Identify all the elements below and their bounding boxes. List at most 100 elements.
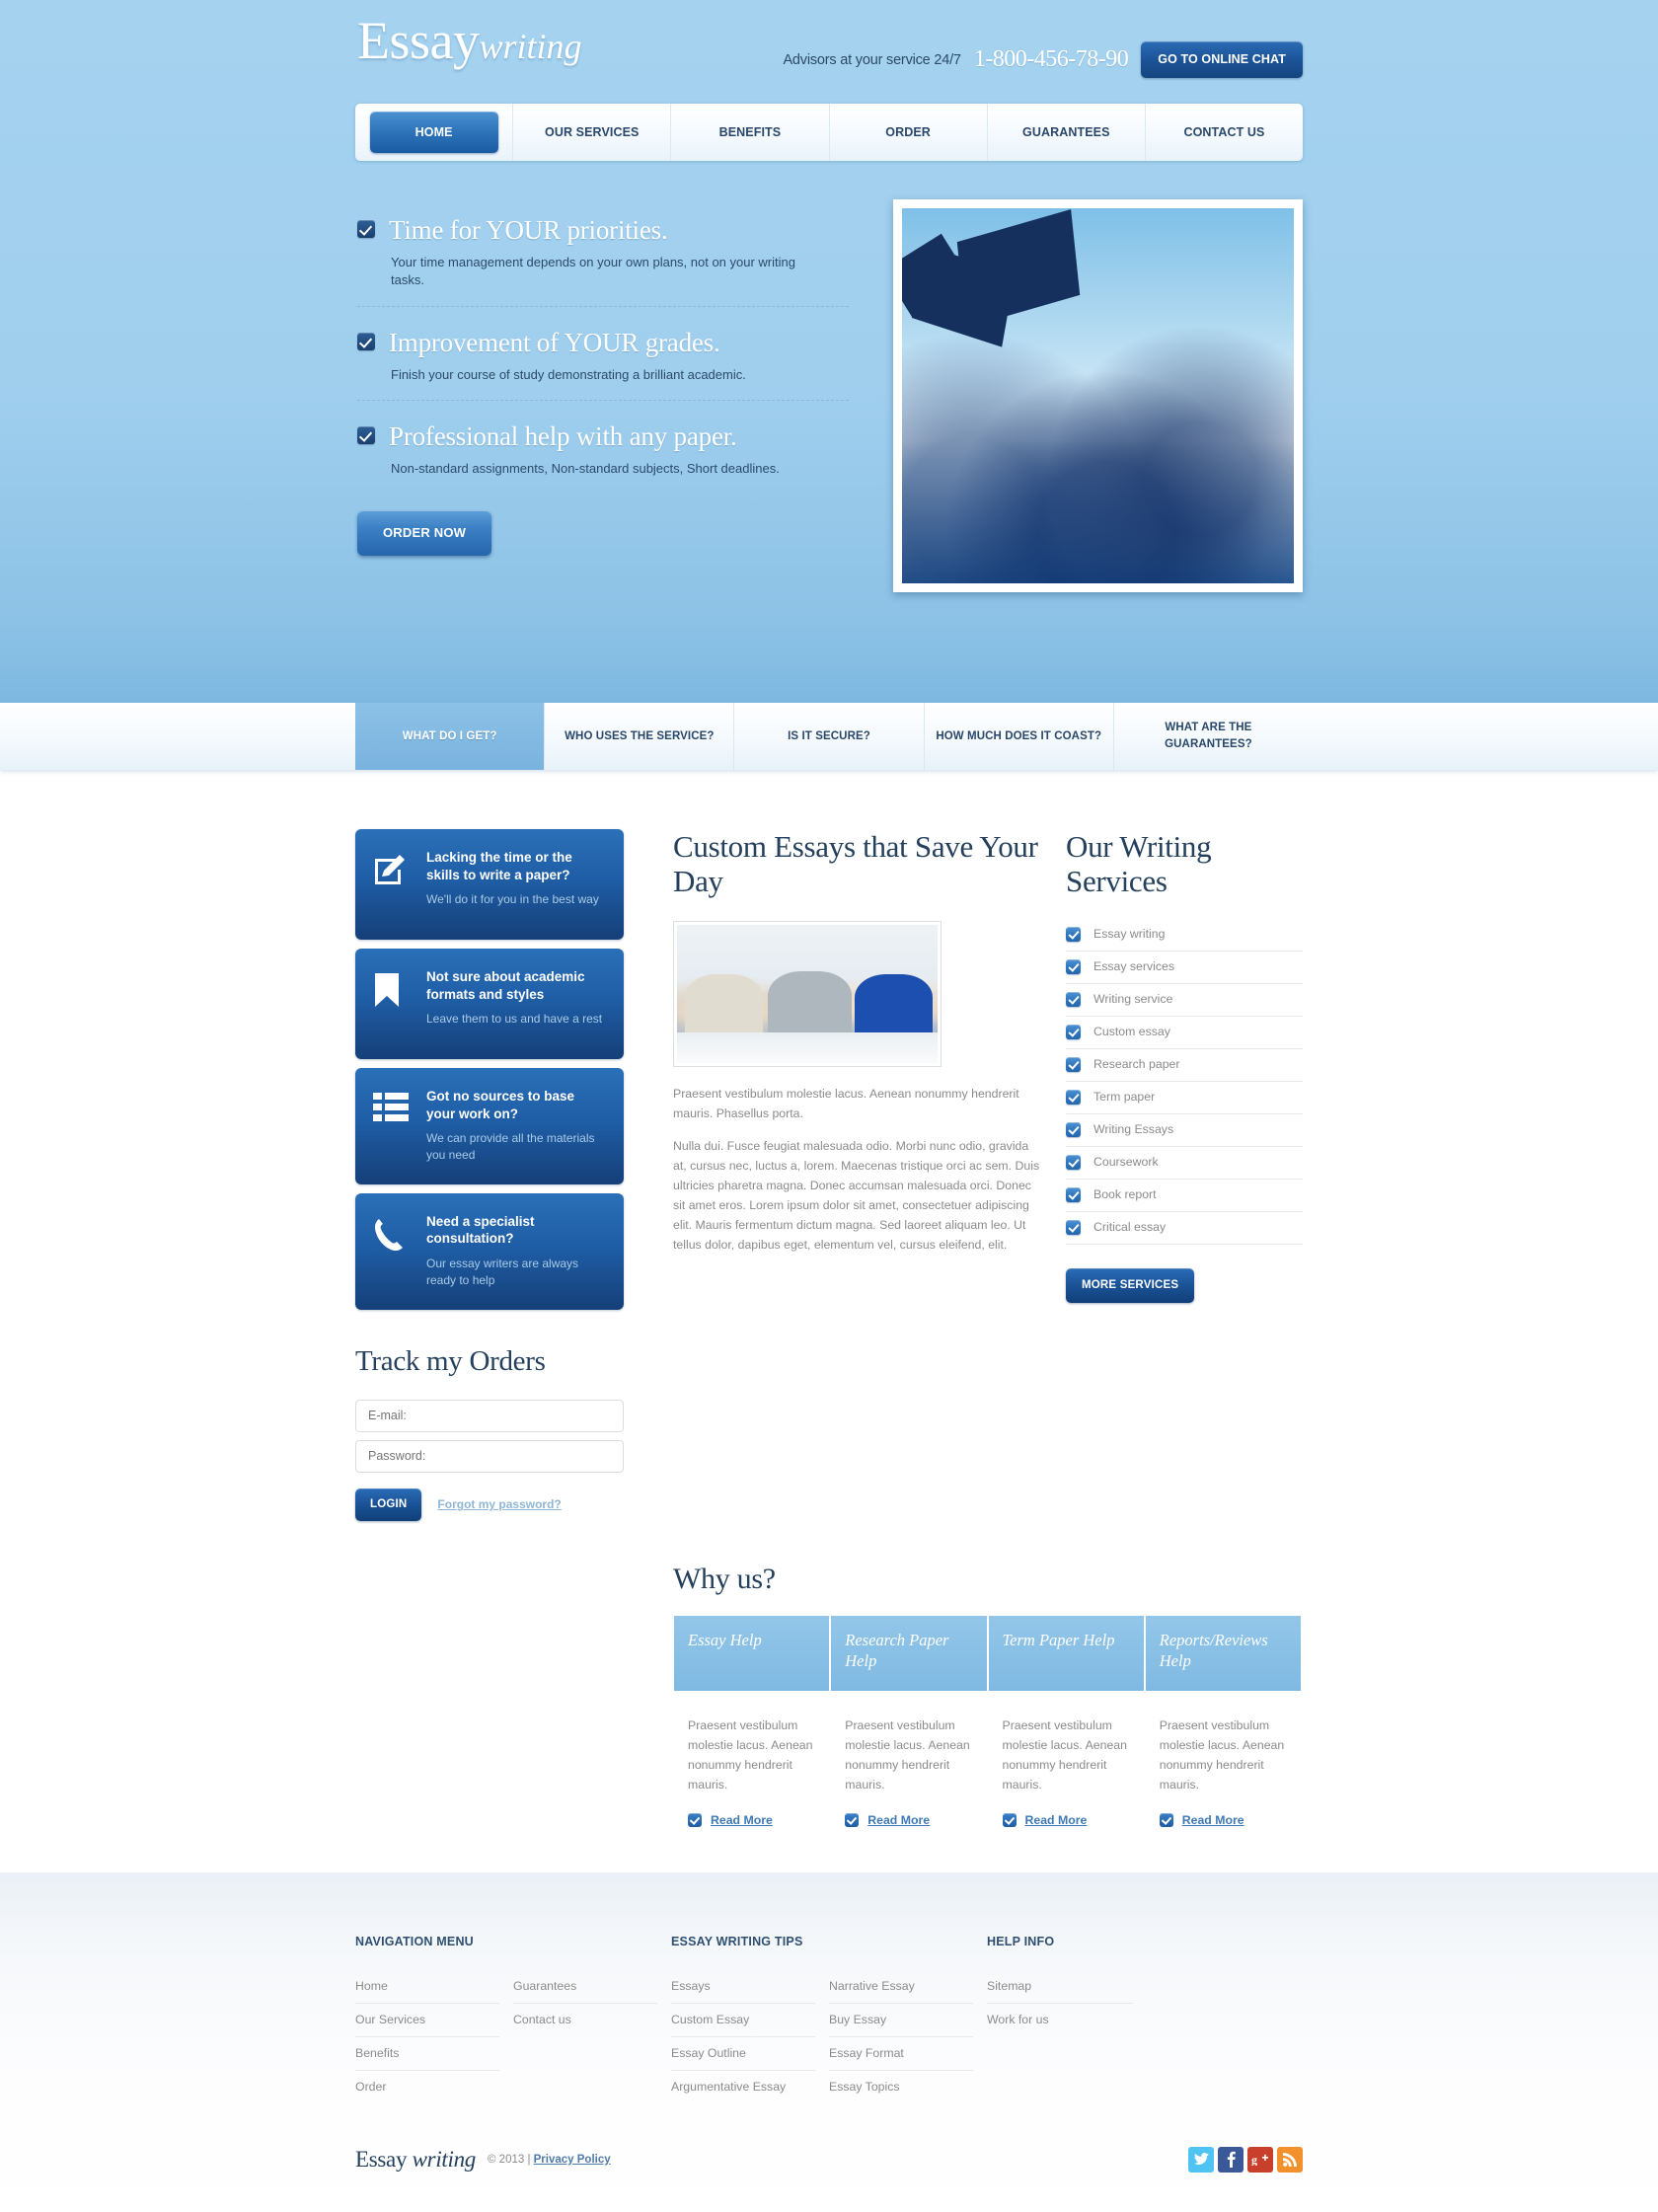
phone-icon [373,1213,426,1290]
footer-heading-help: HELP INFO [987,1934,1055,1948]
qtab-is-it-secure[interactable]: IS IT SECURE? [733,703,923,770]
service-item[interactable]: Writing Essays [1066,1114,1303,1147]
site-logo[interactable]: Essaywriting [355,14,582,67]
check-icon [357,332,375,350]
service-item[interactable]: Custom essay [1066,1017,1303,1049]
read-more-label: Read More [1024,1812,1088,1827]
logo-main: Essay [357,11,480,70]
nav-item-contact-us[interactable]: CONTACT US [1144,104,1303,161]
promo-box-lacking-time[interactable]: Lacking the time or the skills to write … [355,829,624,940]
check-icon [1066,991,1081,1007]
footer-link[interactable]: Custom Essay [671,2004,815,2037]
footer-list-tips-a: Essays Custom Essay Essay Outline Argume… [671,1970,815,2103]
footer-link[interactable]: Narrative Essay [829,1970,973,2004]
qtab-what-are-the-guarantees[interactable]: WHAT ARE THE GUARANTEES? [1112,703,1303,770]
footer-link[interactable]: Essay Outline [671,2037,815,2071]
more-services-button[interactable]: MORE SERVICES [1066,1267,1195,1303]
copyright-year: © 2013 | [488,2153,534,2166]
online-chat-button[interactable]: GO TO ONLINE CHAT [1141,41,1303,78]
email-field[interactable] [355,1399,624,1432]
nav-item-our-services[interactable]: OUR SERVICES [512,104,670,161]
forgot-password-link[interactable]: Forgot my password? [437,1497,561,1511]
nav-item-home[interactable]: HOME [355,104,512,161]
service-item[interactable]: Research paper [1066,1049,1303,1082]
service-label: Writing Essays [1093,1122,1174,1137]
qtab-what-do-i-get[interactable]: WHAT DO I GET? [355,703,545,770]
why-us-col-4-text: Praesent vestibulum molestie lacus. Aene… [1159,1717,1285,1792]
service-item[interactable]: Writing service [1066,984,1303,1017]
nav-item-benefits[interactable]: BENEFITS [670,104,828,161]
advisors-text: Advisors at your service 24/7 [783,51,961,68]
hero-section: Essaywriting Advisors at your service 24… [0,0,1658,703]
footer-group-help: HELP INFO Sitemap Work for us [987,1935,1303,2103]
read-more-link[interactable]: Read More [688,1812,817,1827]
check-icon [1066,1154,1081,1170]
service-label: Essay writing [1093,927,1166,942]
rss-icon[interactable] [1277,2146,1303,2173]
right-column: Our Writing Services Essay writing Essay… [1066,829,1303,1303]
check-icon [688,1812,702,1827]
track-orders-heading: Track my Orders [355,1344,546,1377]
why-us-col-4-title: Reports/Reviews Help [1145,1615,1303,1691]
main-content: Lacking the time or the skills to write … [0,770,1658,1872]
check-icon [1159,1812,1173,1827]
footer-logo[interactable]: Essay writing [355,2147,476,2173]
hero-feature-1-desc: Your time management depends on your own… [391,254,795,288]
service-item[interactable]: Term paper [1066,1082,1303,1114]
service-item[interactable]: Coursework [1066,1147,1303,1180]
footer-link[interactable]: Contact us [513,2004,657,2036]
footer-link[interactable]: Our Services [355,2004,499,2037]
footer-link[interactable]: Buy Essay [829,2004,973,2037]
hero-feature-3: Professional help with any paper. Non-st… [357,400,849,478]
privacy-policy-link[interactable]: Privacy Policy [534,2154,611,2166]
check-icon [357,426,375,445]
service-label: Book report [1093,1187,1157,1202]
read-more-link[interactable]: Read More [1002,1812,1132,1827]
service-item[interactable]: Book report [1066,1180,1303,1212]
google-plus-icon[interactable]: g [1247,2146,1273,2173]
service-item[interactable]: Essay writing [1066,919,1303,952]
twitter-icon[interactable] [1188,2146,1214,2173]
left-column: Lacking the time or the skills to write … [355,829,624,1521]
footer-link[interactable]: Essay Topics [829,2071,973,2103]
qtab-who-uses-the-service[interactable]: WHO USES THE SERVICE? [544,703,733,770]
main-navigation: HOME OUR SERVICES BENEFITS ORDER GUARANT… [355,104,1303,161]
hero-feature-3-desc: Non-standard assignments, Non-standard s… [391,461,780,477]
phone-number[interactable]: 1-800-456-78-90 [974,46,1129,73]
password-field[interactable] [355,1439,624,1473]
order-now-button[interactable]: ORDER NOW [357,509,492,556]
footer-link[interactable]: Work for us [987,2004,1133,2036]
read-more-label: Read More [867,1812,931,1827]
read-more-link[interactable]: Read More [1159,1812,1289,1827]
footer-link[interactable]: Home [355,1970,499,2004]
promo-box-no-sources[interactable]: Got no sources to base your work on? We … [355,1068,624,1184]
footer-list-tips-b: Narrative Essay Buy Essay Essay Format E… [829,1970,973,2103]
social-links: g [1188,2146,1303,2173]
login-button[interactable]: LOGIN [355,1487,422,1521]
footer-link[interactable]: Sitemap [987,1970,1133,2004]
nav-item-guarantees[interactable]: GUARANTEES [986,104,1145,161]
services-heading: Our Writing Services [1066,829,1212,899]
read-more-link[interactable]: Read More [845,1812,974,1827]
service-item[interactable]: Essay services [1066,952,1303,984]
footer-link[interactable]: Benefits [355,2037,499,2071]
hero-feature-3-title: Professional help with any paper. [389,421,737,452]
service-label: Critical essay [1093,1220,1167,1235]
promo-box-academic-formats[interactable]: Not sure about academic formats and styl… [355,949,624,1059]
hero-feature-2: Improvement of YOUR grades. Finish your … [357,305,849,384]
qtab-how-much-does-it-coast[interactable]: HOW MUCH DOES IT COAST? [923,703,1113,770]
footer-link[interactable]: Argumentative Essay [671,2071,815,2103]
nav-item-order[interactable]: ORDER [828,104,987,161]
check-icon [1002,1812,1017,1827]
footer-link[interactable]: Guarantees [513,1970,657,2004]
check-icon [1066,1089,1081,1105]
facebook-icon[interactable] [1218,2146,1244,2173]
footer-link[interactable]: Essays [671,1970,815,2004]
service-item[interactable]: Critical essay [1066,1212,1303,1245]
footer-heading-tips: ESSAY WRITING TIPS [671,1934,803,1948]
promo-box-4-title: Need a specialist consultation? [426,1213,535,1247]
footer-link[interactable]: Essay Format [829,2037,973,2071]
promo-box-consultation[interactable]: Need a specialist consultation? Our essa… [355,1192,624,1310]
footer-link[interactable]: Order [355,2071,499,2103]
svg-text:g: g [1251,2153,1257,2166]
